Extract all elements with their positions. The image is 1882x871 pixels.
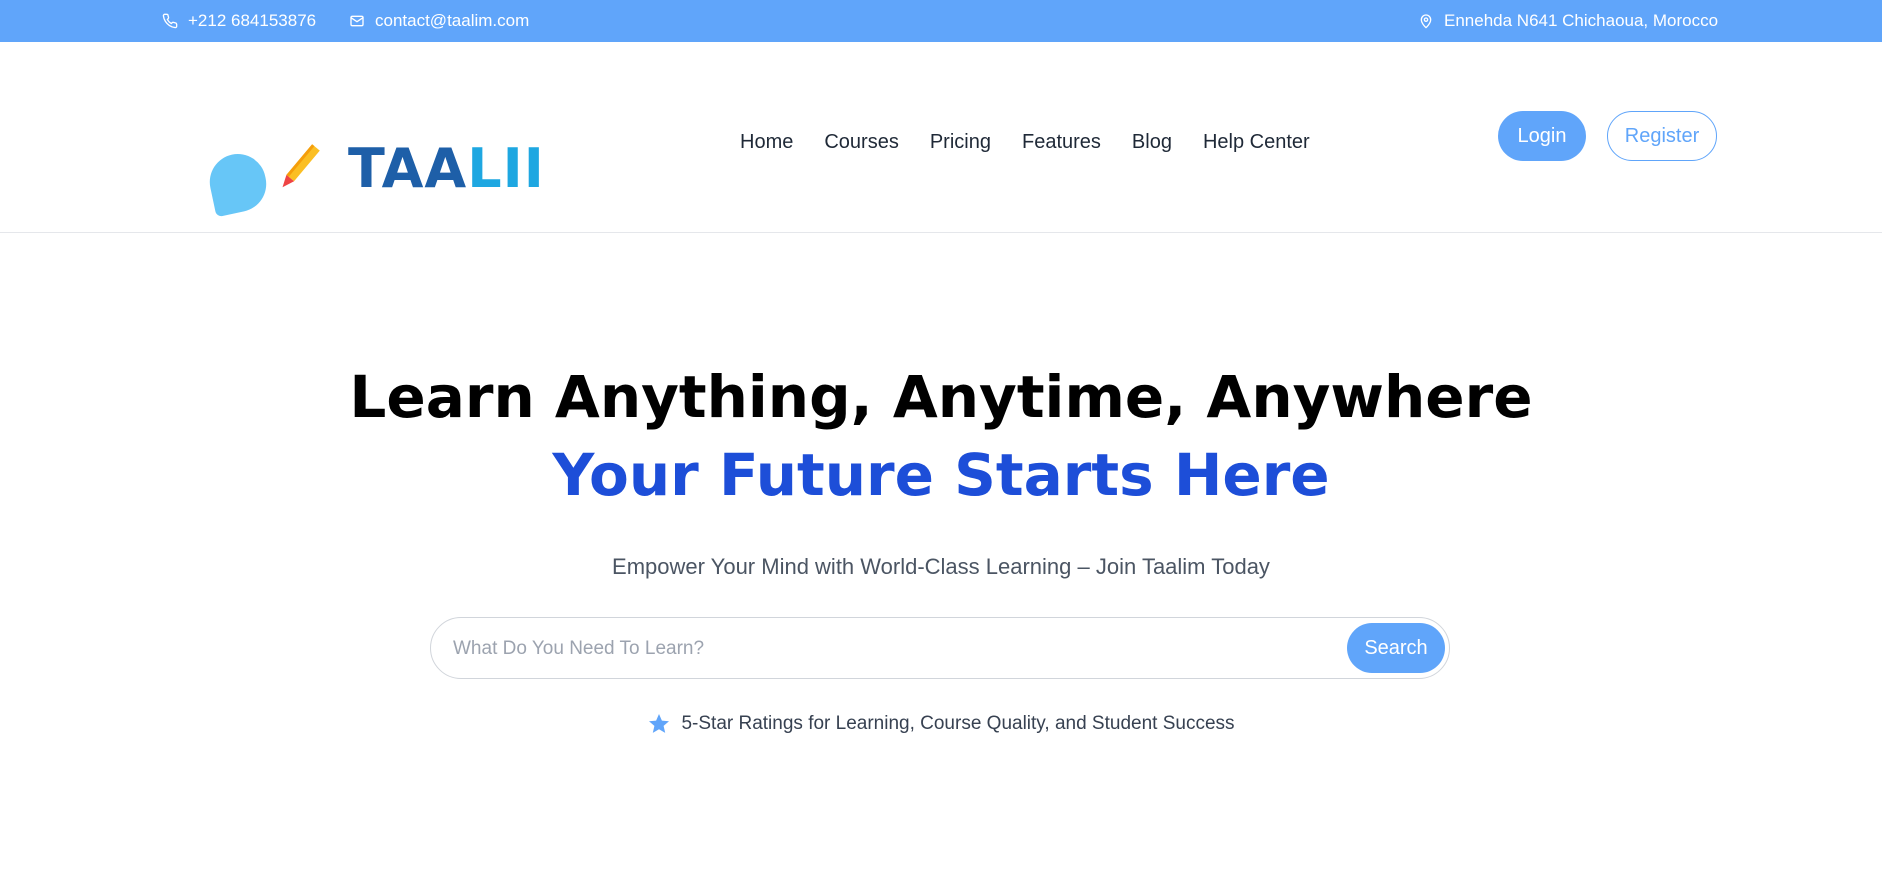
rating-text: 5-Star Ratings for Learning, Course Qual…	[681, 713, 1235, 734]
main-nav: Home Courses Pricing Features Blog Help …	[740, 122, 1310, 162]
search-button[interactable]: Search	[1347, 623, 1445, 673]
hero-tagline: Empower Your Mind with World-Class Learn…	[612, 554, 1270, 579]
pencil-icon	[282, 144, 320, 188]
speech-bubble-icon	[204, 148, 272, 218]
register-button[interactable]: Register	[1607, 111, 1717, 161]
nav-features[interactable]: Features	[1022, 131, 1101, 154]
search-bar: Search	[430, 617, 1450, 680]
logo-text-b: LII	[467, 137, 545, 200]
phone-icon	[162, 13, 178, 29]
nav-courses[interactable]: Courses	[824, 131, 898, 154]
phone-contact[interactable]: +212 684153876	[162, 0, 316, 42]
logo-wordmark: TAALII	[348, 142, 545, 196]
email-contact[interactable]: contact@taalim.com	[349, 0, 529, 42]
phone-text: +212 684153876	[188, 11, 317, 30]
address-contact: Ennehda N641 Chichaoua, Morocco	[1418, 0, 1718, 42]
site-header: TAALII Home Courses Pricing Features Blo…	[0, 42, 1882, 233]
hero-title: Learn Anything, Anytime, Anywhere	[349, 363, 1533, 431]
nav-blog[interactable]: Blog	[1132, 131, 1172, 154]
nav-pricing[interactable]: Pricing	[930, 131, 991, 154]
star-icon	[649, 714, 670, 733]
nav-home[interactable]: Home	[740, 131, 793, 154]
mail-icon	[349, 13, 365, 29]
login-button[interactable]: Login	[1498, 111, 1586, 161]
contact-bar: +212 684153876 contact@taalim.com Ennehd…	[0, 0, 1882, 42]
nav-help-center[interactable]: Help Center	[1203, 131, 1310, 154]
location-pin-icon	[1418, 13, 1434, 29]
taalim-logo[interactable]: TAALII	[204, 100, 548, 218]
search-input[interactable]	[451, 618, 1255, 680]
rating-line: 5-Star Ratings for Learning, Course Qual…	[0, 712, 1882, 736]
logo-text-a: TAA	[348, 137, 468, 200]
address-text: Ennehda N641 Chichaoua, Morocco	[1444, 11, 1719, 30]
hero-subtitle: Your Future Starts Here	[552, 441, 1330, 509]
email-text: contact@taalim.com	[375, 11, 530, 30]
